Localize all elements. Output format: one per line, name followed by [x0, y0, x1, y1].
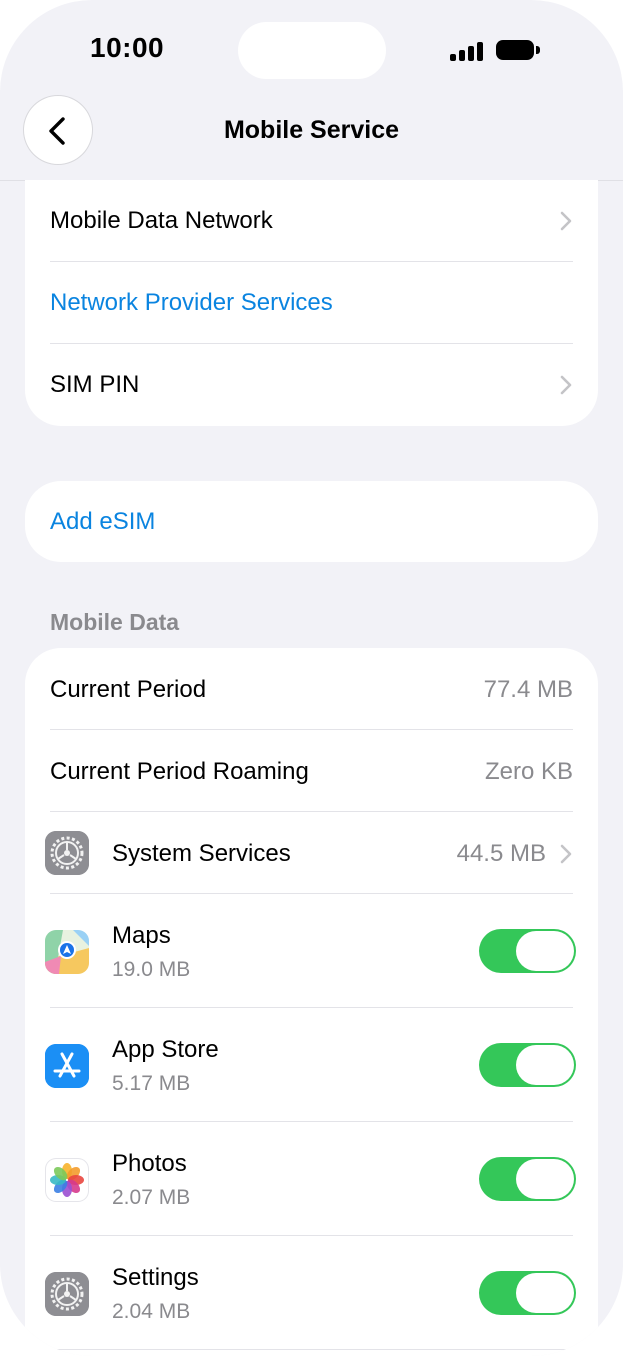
row-mobile-data-network[interactable]: Mobile Data Network: [25, 180, 598, 262]
app-store-icon: [45, 1044, 89, 1088]
chevron-right-icon: [560, 211, 572, 231]
section-header-mobile-data: Mobile Data: [50, 609, 180, 635]
settings-data-toggle[interactable]: [479, 1271, 576, 1315]
photos-data-toggle[interactable]: [479, 1157, 576, 1201]
app-row-maps: Maps 19.0 MB: [25, 894, 598, 1008]
settings-app-icon: [45, 1272, 89, 1316]
status-time: 10:00: [90, 32, 165, 63]
app-usage: 5.17 MB: [112, 1072, 191, 1095]
row-label: Network Provider Services: [50, 289, 333, 316]
settings-group-esim: Add eSIM: [25, 481, 598, 562]
row-label: Current Period: [50, 676, 207, 703]
row-label: Add eSIM: [50, 508, 156, 535]
status-bar: 10:00: [0, 0, 623, 100]
settings-gear-icon: [45, 831, 89, 875]
app-store-data-toggle[interactable]: [479, 1043, 576, 1087]
row-current-period: Current Period 77.4 MB: [25, 648, 598, 730]
row-label: System Services: [112, 840, 291, 867]
app-usage: 19.0 MB: [112, 958, 191, 981]
app-name: Photos: [112, 1150, 187, 1177]
navigation-bar: Mobile Service: [0, 90, 623, 181]
row-label: Mobile Data Network: [50, 207, 273, 234]
cellular-signal-icon: [450, 40, 486, 61]
app-row-settings: Settings 2.04 MB: [25, 1236, 598, 1350]
phone-screen: 10:00 Mobile Service Mobile Data Network…: [0, 0, 623, 1356]
app-usage: 2.07 MB: [112, 1186, 191, 1209]
settings-group-mobile-data: Current Period 77.4 MB Current Period Ro…: [25, 648, 598, 1356]
row-sim-pin[interactable]: SIM PIN: [25, 344, 598, 426]
dynamic-island: [238, 22, 386, 79]
page-title: Mobile Service: [223, 116, 400, 144]
app-usage: 2.04 MB: [112, 1300, 191, 1323]
chevron-right-icon: [560, 844, 572, 864]
row-value: Zero KB: [484, 758, 573, 785]
maps-data-toggle[interactable]: [479, 929, 576, 973]
row-network-provider-services[interactable]: Network Provider Services: [25, 262, 598, 344]
row-label: SIM PIN: [50, 371, 140, 398]
add-esim-button[interactable]: Add eSIM: [25, 481, 598, 562]
chevron-right-icon: [560, 375, 572, 395]
row-label: Current Period Roaming: [50, 758, 309, 785]
app-name: Settings: [112, 1264, 199, 1291]
row-current-period-roaming: Current Period Roaming Zero KB: [25, 730, 598, 812]
row-value: 44.5 MB: [456, 840, 546, 867]
battery-icon: [496, 40, 542, 61]
row-value: 77.4 MB: [483, 676, 573, 703]
photos-app-icon: [45, 1158, 89, 1202]
app-row-app-store: App Store 5.17 MB: [25, 1008, 598, 1122]
app-name: App Store: [112, 1036, 219, 1063]
app-name: Maps: [112, 922, 171, 949]
app-row-photos: Photos 2.07 MB: [25, 1122, 598, 1236]
maps-app-icon: [45, 930, 89, 974]
settings-group-network: Mobile Data Network Network Provider Ser…: [25, 180, 598, 426]
row-system-services[interactable]: System Services 44.5 MB: [25, 812, 598, 894]
